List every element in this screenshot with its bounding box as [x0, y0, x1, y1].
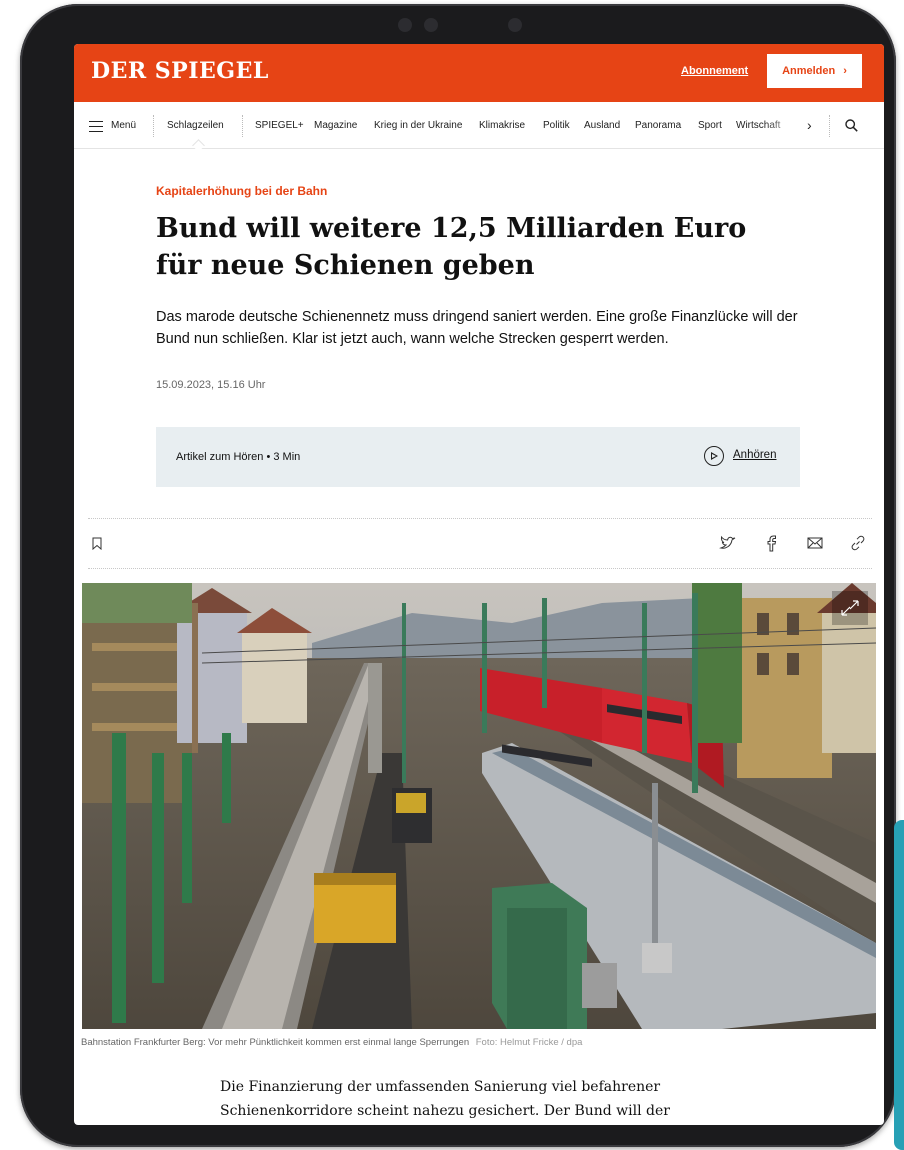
nav-divider [242, 115, 244, 137]
nav-item-panorama[interactable]: Panorama [635, 120, 681, 131]
article-kicker: Kapitalerhöhung bei der Bahn [156, 184, 328, 198]
nav-item-ausland[interactable]: Ausland [584, 120, 620, 131]
sensor-dot [398, 18, 412, 32]
facebook-icon[interactable] [763, 534, 781, 552]
search-icon[interactable] [845, 119, 858, 132]
login-button[interactable]: Anmelden › [767, 54, 862, 88]
chevron-right-icon: › [843, 65, 847, 77]
browser-viewport: DER SPIEGEL Abonnement Anmelden › Menü S… [74, 44, 884, 1125]
desktop-background-edge [894, 820, 904, 1150]
nav-item-magazine[interactable]: Magazine [314, 120, 357, 131]
divider [88, 568, 872, 569]
nav-item-schlagzeilen[interactable]: Schlagzeilen [167, 120, 224, 131]
audio-player: Artikel zum Hören • 3 Min Anhören [156, 427, 800, 487]
nav-divider [829, 115, 831, 137]
nav-item-politik[interactable]: Politik [543, 120, 570, 131]
sensor-dot [508, 18, 522, 32]
railway-construction-image [82, 583, 876, 1029]
article-lead: Das marode deutsche Schienennetz muss dr… [156, 309, 798, 347]
nav-item-klimakrise[interactable]: Klimakrise [479, 120, 525, 131]
spiegel-logo[interactable]: DER SPIEGEL [91, 58, 269, 84]
twitter-icon[interactable] [719, 534, 737, 552]
publish-date: 15.09.2023, 15.16 Uhr [156, 379, 266, 391]
audio-label: Artikel zum Hören • 3 Min [176, 451, 301, 463]
article-body-text: Die Finanzierung der umfassenden Sanieru… [220, 1079, 670, 1119]
play-circle-icon[interactable] [704, 446, 724, 466]
email-icon[interactable] [806, 534, 824, 552]
nav-item-sport[interactable]: Sport [698, 120, 722, 131]
bookmark-icon[interactable] [92, 537, 102, 550]
nav-item-spiegel-plus[interactable]: SPIEGEL+ [255, 120, 304, 131]
nav-fade [764, 112, 804, 142]
site-header: DER SPIEGEL Abonnement Anmelden › [74, 44, 884, 102]
photo-caption: Bahnstation Frankfurter Berg: Vor mehr P… [81, 1037, 582, 1048]
nav-scroll-right-icon[interactable]: › [807, 117, 812, 133]
nav-divider [153, 115, 155, 137]
divider [88, 518, 872, 519]
sensor-dot [424, 18, 438, 32]
photo-credit: Foto: Helmut Fricke / dpa [475, 1037, 583, 1048]
login-label: Anmelden [782, 65, 836, 77]
nav-item-ukraine[interactable]: Krieg in der Ukraine [374, 120, 462, 131]
hamburger-menu-icon[interactable] [89, 121, 103, 132]
subscription-link[interactable]: Abonnement [681, 65, 748, 77]
caption-text: Bahnstation Frankfurter Berg: Vor mehr P… [81, 1037, 470, 1048]
link-icon[interactable] [849, 534, 867, 552]
listen-button[interactable]: Anhören [733, 449, 776, 461]
article-photo[interactable] [82, 583, 876, 1029]
tablet-frame: DER SPIEGEL Abonnement Anmelden › Menü S… [20, 4, 896, 1147]
menu-button[interactable]: Menü [111, 120, 136, 131]
article-headline: Bund will weitere 12,5 Milliarden Euro f… [156, 213, 747, 281]
